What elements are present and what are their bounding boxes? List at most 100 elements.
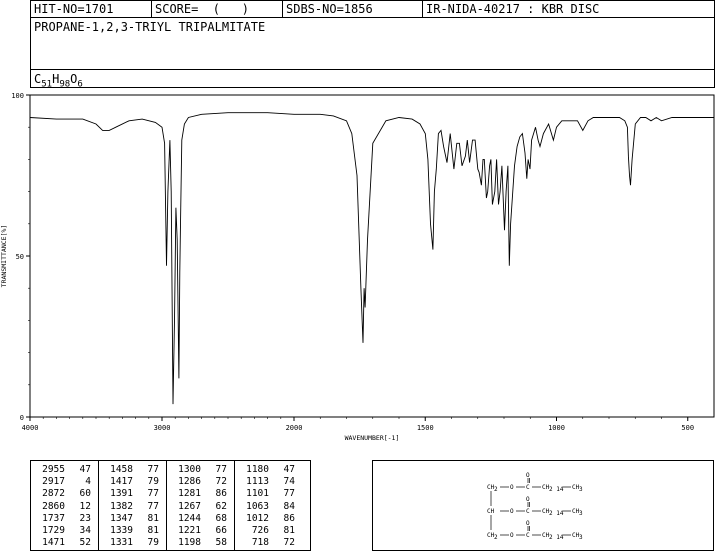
peak-transmittance: 86 <box>215 488 227 500</box>
peak-transmittance: 81 <box>283 525 295 536</box>
peak-transmittance: 34 <box>79 525 91 536</box>
peak-row: 1221 66 <box>171 525 227 537</box>
formula-box: C51H98O6 <box>30 69 715 90</box>
peak-row: 1737 23 <box>35 513 91 525</box>
peak-row: 1382 77 <box>103 501 159 513</box>
peak-transmittance: 68 <box>215 512 227 524</box>
peak-wavenumber: 1180 <box>246 464 269 475</box>
peak-wavenumber: 1012 <box>246 512 269 524</box>
peak-row: 726 81 <box>239 525 295 537</box>
peak-wavenumber: 1339 <box>110 525 133 536</box>
carbonyl-oxygen: O <box>526 496 530 503</box>
peak-row: 2955 47 <box>35 464 91 476</box>
peak-row: 1331 79 <box>103 537 159 549</box>
peak-transmittance: 77 <box>147 464 159 475</box>
header-row: HIT-NO=1701 SCORE= ( ) SDBS-NO=1856 IR-N… <box>30 0 715 18</box>
peak-row: 1391 77 <box>103 488 159 500</box>
sdbs-no: SDBS-NO=1856 <box>286 2 373 16</box>
peak-wavenumber: 1300 <box>178 464 201 475</box>
peak-wavenumber: 1391 <box>110 488 133 500</box>
y-tick-label: 0 <box>20 414 24 422</box>
peak-wavenumber: 1347 <box>110 512 133 524</box>
peak-row: 1471 52 <box>35 537 91 549</box>
peak-transmittance: 81 <box>147 512 159 524</box>
peak-transmittance: 79 <box>147 476 159 488</box>
backbone-ch: CH <box>487 508 495 515</box>
score: SCORE= ( ) <box>155 2 249 16</box>
peak-transmittance: 52 <box>79 537 91 549</box>
hit-no: HIT-NO=1701 <box>34 2 114 16</box>
subscript: 2 <box>494 534 498 541</box>
x-tick-label: 2000 <box>286 424 303 432</box>
peak-transmittance: 77 <box>147 500 159 512</box>
peak-transmittance: 86 <box>283 512 295 524</box>
structure-box: CH 2 O C O CH 2 14 CH 3 CH O C O CH 2 14 CH 3 CH 2 O C O CH 2 1… <box>372 460 714 551</box>
subscript: 3 <box>579 486 583 493</box>
peak-transmittance: 74 <box>283 476 295 488</box>
x-tick-label: 500 <box>681 424 694 432</box>
peak-wavenumber: 726 <box>251 525 269 536</box>
x-tick-label: 4000 <box>22 424 39 432</box>
peak-transmittance: 72 <box>215 476 227 488</box>
peak-wavenumber: 2955 <box>42 464 65 475</box>
ir-spectrum-chart: 4000 3000 2000 1500 1000 500100500WAVENUMBER[… <box>0 92 715 442</box>
subscript: 3 <box>579 534 583 541</box>
plot-frame <box>29 94 715 418</box>
peak-transmittance: 47 <box>79 464 91 475</box>
subscript: 3 <box>579 510 583 517</box>
y-axis-label: TRANSMITTANCE[%] <box>0 225 8 288</box>
x-tick-label: 1500 <box>417 424 434 432</box>
peak-row: 1286 72 <box>171 476 227 488</box>
peak-table: 2955 47 2917 4 2872 60 2860 12 1737 23 1729 34 1471 5… <box>30 460 311 551</box>
peak-wavenumber: 1221 <box>178 525 201 536</box>
peak-transmittance: 79 <box>147 537 159 549</box>
peak-wavenumber: 2860 <box>42 500 65 512</box>
peak-wavenumber: 1286 <box>178 476 201 488</box>
peak-transmittance: 23 <box>79 512 91 524</box>
peak-transmittance: 58 <box>215 537 227 549</box>
peak-row: 1101 77 <box>239 488 295 500</box>
peak-row: 1339 81 <box>103 525 159 537</box>
subscript: 2 <box>494 486 498 493</box>
ester-oxygen: O <box>510 484 514 491</box>
peak-transmittance: 77 <box>283 488 295 500</box>
peak-wavenumber: 1063 <box>246 500 269 512</box>
peak-row: 1267 62 <box>171 501 227 513</box>
ester-oxygen: O <box>510 532 514 539</box>
table-divider <box>166 461 167 550</box>
peak-transmittance: 60 <box>79 488 91 500</box>
peak-wavenumber: 2917 <box>42 476 65 488</box>
peak-row: 1113 74 <box>239 476 295 488</box>
subscript: 2 14 <box>549 486 564 493</box>
peak-wavenumber: 1729 <box>42 525 65 536</box>
peak-row: 718 72 <box>239 537 295 549</box>
subscript: 2 14 <box>549 510 564 517</box>
x-axis-label: WAVENUMBER[-1] <box>345 434 400 442</box>
peak-row: 1012 86 <box>239 513 295 525</box>
formula: C51H98O6 <box>34 72 83 90</box>
carbonyl-carbon: C <box>526 484 530 491</box>
table-divider <box>98 461 99 550</box>
peak-row: 1300 77 <box>171 464 227 476</box>
peak-transmittance: 81 <box>147 525 159 536</box>
header: HIT-NO=1701 SCORE= ( ) SDBS-NO=1856 IR-N… <box>30 0 715 90</box>
peak-row: 1458 77 <box>103 464 159 476</box>
peak-transmittance: 47 <box>283 464 295 475</box>
peak-wavenumber: 1458 <box>110 464 133 475</box>
compound-name: PROPANE-1,2,3-TRIYL TRIPALMITATE <box>34 20 266 34</box>
peak-row: 1063 84 <box>239 501 295 513</box>
peak-wavenumber: 1113 <box>246 476 269 488</box>
peak-row: 1347 81 <box>103 513 159 525</box>
peak-wavenumber: 1737 <box>42 512 65 524</box>
peak-wavenumber: 1198 <box>178 537 201 549</box>
peak-wavenumber: 1382 <box>110 500 133 512</box>
peak-row: 1417 79 <box>103 476 159 488</box>
peak-transmittance: 77 <box>147 488 159 500</box>
y-tick-label: 100 <box>11 92 24 100</box>
peak-row: 2860 12 <box>35 501 91 513</box>
carbonyl-carbon: C <box>526 532 530 539</box>
peak-row: 1281 86 <box>171 488 227 500</box>
peak-wavenumber: 1331 <box>110 537 133 549</box>
peak-wavenumber: 1267 <box>178 500 201 512</box>
peak-transmittance: 72 <box>283 537 295 549</box>
